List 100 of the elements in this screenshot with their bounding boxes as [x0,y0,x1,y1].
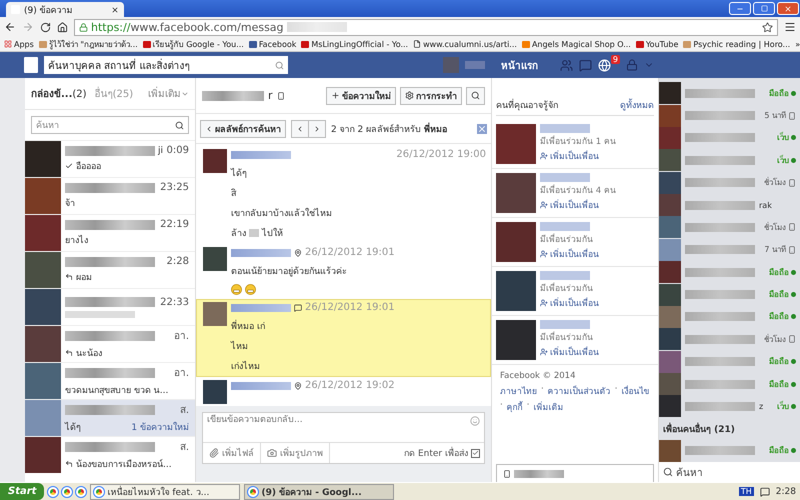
taskbar-button[interactable]: เหนื่อยไหมหัวใจ feat. ว... [90,484,240,500]
conversation-item[interactable]: ji 0:09 อืออออ [25,140,195,177]
conversation-item[interactable]: 22:33 [25,288,195,325]
avatar-placeholder [25,400,61,436]
add-photo-button[interactable]: เพิ่มรูปภาพ [261,443,330,463]
message-text: สิ [231,188,238,200]
search-field[interactable]: ค้นหา [31,116,189,134]
menu-icon[interactable] [784,21,796,33]
close-button[interactable] [777,2,799,15]
add-friend-link[interactable]: เพิ่มเป็นเพื่อน [540,247,599,261]
search-field[interactable]: ค้นหาบุคคล สถานที่ และสิ่งต่างๆ [44,56,288,74]
conversation-item[interactable]: อา. นะน้อง [25,325,195,362]
minimize-button[interactable] [729,2,751,15]
chat-friend[interactable]: rak [659,194,800,216]
avatar-placeholder [659,216,681,238]
more-bookmarks[interactable]: » [795,40,800,48]
home-link[interactable]: หน้าแรก [500,58,538,72]
thread-time: 23:25 [160,182,189,193]
bookmark[interactable]: Psychic reading | Horo... [683,40,790,48]
message-snippet: จ้า [65,198,75,210]
home-icon[interactable] [57,22,68,32]
search-results-button[interactable]: ผลลัพธ์การค้นหา [200,120,286,138]
browser-icon[interactable] [62,486,72,496]
chat-tab[interactable] [496,464,654,482]
chat-search-field[interactable]: ค้นหา [659,462,800,482]
conversation-item[interactable]: ส. ได้ๆ 1 ข้อความใหม่ [25,399,195,436]
chat-friend[interactable]: ชั่วโมง [659,172,800,194]
add-friend-link[interactable]: เพิ่มเป็นเพื่อน [540,198,616,212]
conversation-item[interactable]: ส. น้องขอบการเมืองหรอน์... [25,436,195,473]
avatar-placeholder [659,149,681,172]
presence-status: เว็บ [777,400,796,413]
close-icon[interactable] [111,6,119,14]
bookmark[interactable]: MsLingLingOfficial - Yo... [301,40,408,48]
reply-field[interactable]: เขียนข้อความตอบกลับ... [203,413,484,443]
next-button[interactable] [308,120,326,138]
enter-to-send-checkbox[interactable] [471,448,480,458]
bookmark[interactable]: Angels Magical Shop O... [522,40,631,48]
add-file-button[interactable]: เพิ่มไฟล์ [203,443,261,463]
message-snippet: นะน้อง [76,348,102,360]
separator: · [614,384,618,396]
bookmark[interactable]: YouTube [636,40,678,48]
avatar-placeholder [659,306,681,328]
globe-icon[interactable] [598,58,611,72]
taskbar-button[interactable]: (9) ข้อความ - Googl... [244,484,394,500]
footer-link[interactable]: เงื่อนไข [621,384,650,398]
bookmark[interactable]: รู้ไว้ใช่ว่า "กฎหมายว่าด้ว... [38,38,138,50]
phone-icon [503,470,511,478]
back-icon[interactable] [4,21,16,33]
online-dot-icon [791,90,796,96]
bookmark[interactable]: www.cualumni.us/arti... [413,40,517,48]
conversation-item[interactable]: 23:25 จ้า [25,177,195,214]
smiley-icon[interactable] [470,416,480,426]
chat-friend[interactable]: 5 นาที [659,104,800,127]
reply-composer[interactable]: เขียนข้อความตอบกลับ... เพิ่มไฟล์ เพิ่มรูปภาพ กด Enter เพื่อส่ง [202,412,485,464]
browser-tab[interactable]: (9) ข้อความ [6,2,124,17]
search-icon[interactable] [175,120,184,130]
footer-link[interactable]: เพิ่มเติม [533,400,564,414]
bookmark[interactable]: Facebook [248,40,296,48]
more-menu[interactable]: เพิ่มเติม [148,86,189,101]
new-message-button[interactable]: ข้อความใหม่ [326,86,396,104]
bookmark[interactable]: เรียนรู้กับ Google - You... [142,38,244,50]
search-button[interactable] [466,86,485,104]
presence-status: เว็บ [777,131,796,144]
footer-link[interactable]: ภาษาไทย [500,384,537,398]
language-indicator[interactable]: TH [738,487,754,496]
chat-friend[interactable]: ชั่วโมง [659,216,800,239]
conversation-item[interactable]: อา. ขวดมนกสุขสบาย ขวด น... [25,362,195,399]
chat-friend[interactable]: z เว็บ [659,395,800,418]
chat-friend[interactable]: ชั่วโมง [659,328,800,350]
reload-icon[interactable] [40,22,51,32]
inbox-tab[interactable]: กล่องข้...(2) [31,86,87,101]
thread-time: 22:19 [160,219,189,230]
browser-icon[interactable] [48,486,58,496]
maximize-button[interactable] [753,2,775,15]
avatar-placeholder [25,437,61,473]
actions-button[interactable]: การกระทำ [400,86,462,104]
paperclip-icon [209,448,219,458]
conversation-item[interactable]: 22:19 ยางไง [25,214,195,251]
start-button[interactable]: Start [0,483,44,500]
conversation-item[interactable]: 2:28 ผอม [25,251,195,288]
previous-button[interactable] [291,120,309,138]
chat-friend[interactable]: 7 นาที [659,238,800,261]
grinning-emoji-icon [231,284,242,295]
chevron-right-icon [313,124,321,132]
site-icon [301,40,310,48]
address-bar[interactable]: https://www.facebook.com/messag [74,18,778,36]
add-friend-link[interactable]: เพิ่มเป็นเพื่อน [540,296,599,310]
bookmark[interactable]: Apps [4,40,34,48]
browser-icon[interactable] [76,486,86,496]
redacted-block [65,310,135,318]
add-person-icon [540,152,548,160]
notification-icon[interactable] [760,486,770,496]
add-friend-link[interactable]: เพิ่มเป็นเพื่อน [540,149,616,163]
star-icon[interactable] [762,22,773,32]
add-friend-link[interactable]: เพิ่มเป็นเพื่อน [540,345,599,359]
message-time: 26/12/2012 19:00 [396,149,486,160]
see-all-link[interactable]: ดูทั้งหมด [620,98,654,112]
footer-link[interactable]: คุกกี้ [506,400,523,414]
clock: 2:28 [776,486,796,496]
footer-link[interactable]: ความเป็นส่วนตัว [548,384,611,398]
